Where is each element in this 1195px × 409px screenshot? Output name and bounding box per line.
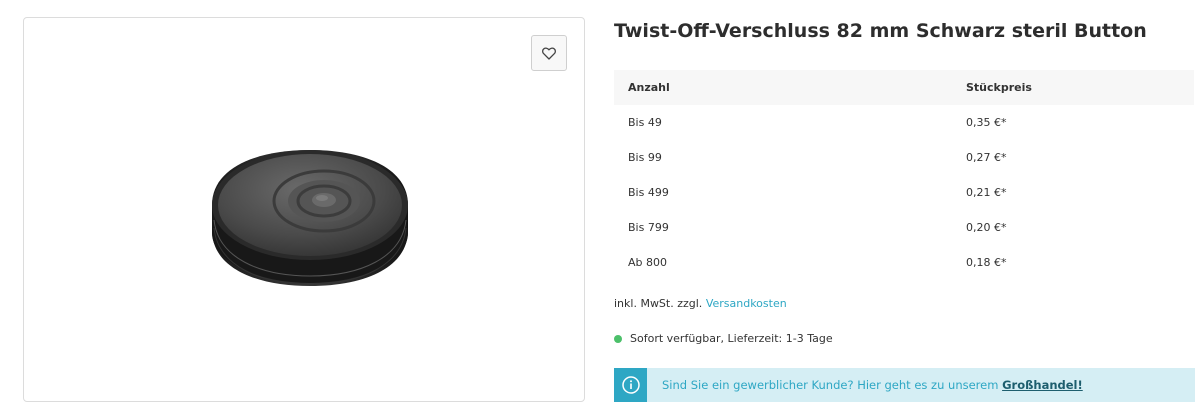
table-row: Ab 800 0,18 €* — [614, 245, 1194, 280]
unit-price-column-header: Stückpreis — [952, 70, 1194, 105]
table-row: Bis 799 0,20 €* — [614, 210, 1194, 245]
heart-icon — [542, 47, 556, 60]
price-cell: 0,18 €* — [966, 256, 1007, 269]
alert-icon-container — [614, 368, 647, 402]
quantity-cell: Bis 799 — [628, 221, 669, 234]
quantity-column-header: Anzahl — [614, 70, 952, 105]
wholesale-link[interactable]: Großhandel! — [1002, 378, 1083, 392]
table-row: Bis 99 0,27 €* — [614, 140, 1194, 175]
shipping-costs-link[interactable]: Versandkosten — [706, 297, 787, 310]
quantity-cell: Bis 99 — [628, 151, 662, 164]
delivery-info: Sofort verfügbar, Lieferzeit: 1-3 Tage — [614, 332, 833, 345]
price-cell: 0,20 €* — [966, 221, 1007, 234]
table-row: Bis 499 0,21 €* — [614, 175, 1194, 210]
product-image[interactable] — [204, 138, 414, 313]
price-table: Anzahl Stückpreis Bis 49 0,35 €* Bis 99 … — [614, 70, 1194, 280]
quantity-cell: Bis 499 — [628, 186, 669, 199]
delivery-text: Sofort verfügbar, Lieferzeit: 1-3 Tage — [630, 332, 833, 345]
product-image-gallery — [23, 17, 585, 402]
product-title: Twist-Off-Verschluss 82 mm Schwarz steri… — [614, 20, 1147, 42]
price-cell: 0,21 €* — [966, 186, 1007, 199]
wholesale-alert-text: Sind Sie ein gewerblicher Kunde? Hier ge… — [662, 378, 1083, 392]
availability-status-dot — [614, 334, 622, 343]
price-table-header: Anzahl Stückpreis — [614, 70, 1194, 105]
wishlist-button[interactable] — [531, 35, 567, 71]
tax-info: inkl. MwSt. zzgl. Versandkosten — [614, 297, 787, 310]
table-row: Bis 49 0,35 €* — [614, 105, 1194, 140]
wholesale-alert: Sind Sie ein gewerblicher Kunde? Hier ge… — [614, 368, 1195, 402]
quantity-cell: Bis 49 — [628, 116, 662, 129]
quantity-cell: Ab 800 — [628, 256, 667, 269]
info-icon — [621, 376, 640, 394]
tax-info-text: inkl. MwSt. zzgl. — [614, 297, 703, 310]
price-cell: 0,27 €* — [966, 151, 1007, 164]
price-cell: 0,35 €* — [966, 116, 1007, 129]
wholesale-alert-message: Sind Sie ein gewerblicher Kunde? Hier ge… — [662, 378, 999, 392]
